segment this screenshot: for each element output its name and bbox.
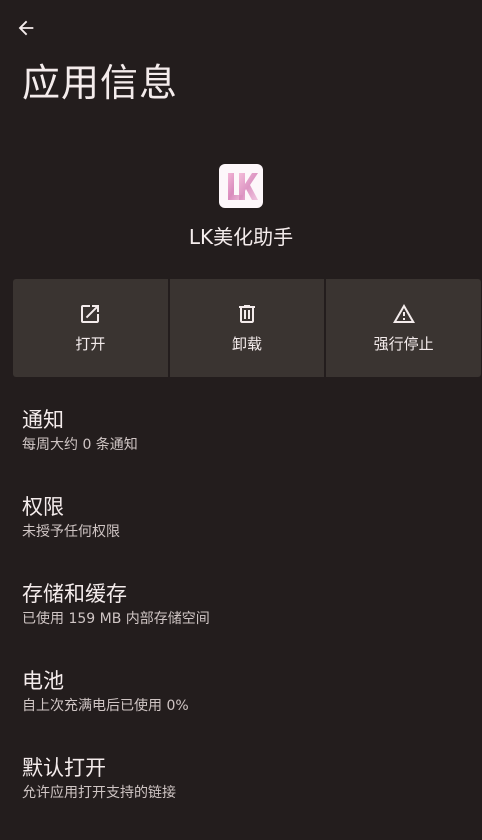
open-button[interactable]: 打开	[13, 279, 168, 377]
setting-storage[interactable]: 存储和缓存 已使用 159 MB 内部存储空间	[0, 566, 482, 653]
setting-permissions[interactable]: 权限 未授予任何权限	[0, 479, 482, 566]
force-stop-button[interactable]: 强行停止	[326, 279, 482, 377]
page-title: 应用信息	[22, 61, 179, 105]
setting-title: 电池	[22, 669, 64, 693]
lk-app-icon	[228, 173, 258, 200]
force-stop-button-label: 强行停止	[373, 335, 434, 353]
top-app-bar	[0, 0, 482, 60]
setting-title: 默认打开	[22, 756, 106, 780]
app-name: LK美化助手	[188, 225, 294, 249]
open-external-icon	[78, 302, 102, 326]
setting-notifications[interactable]: 通知 每周大约 0 条通知	[0, 392, 482, 479]
uninstall-button[interactable]: 卸载	[169, 279, 325, 377]
setting-title: 存储和缓存	[22, 582, 127, 606]
open-button-label: 打开	[75, 335, 106, 353]
setting-summary: 允许应用打开支持的链接	[22, 785, 176, 801]
setting-summary: 已使用 159 MB 内部存储空间	[22, 611, 210, 627]
uninstall-button-label: 卸载	[232, 335, 263, 353]
app-header: LK美化助手	[0, 164, 482, 250]
warning-triangle-icon	[392, 302, 416, 326]
setting-title: 通知	[22, 408, 64, 432]
setting-open-by-default[interactable]: 默认打开 允许应用打开支持的链接	[0, 740, 482, 827]
setting-summary: 每周大约 0 条通知	[22, 437, 138, 453]
trash-icon	[235, 302, 259, 326]
setting-title: 权限	[22, 495, 64, 519]
back-button[interactable]	[10, 14, 42, 46]
app-icon	[219, 164, 263, 208]
arrow-left-icon	[15, 17, 37, 43]
action-buttons-row: 打开 卸载 强行停止	[13, 279, 482, 377]
settings-list: 通知 每周大约 0 条通知 权限 未授予任何权限 存储和缓存 已使用 159 M…	[0, 392, 482, 827]
setting-summary: 未授予任何权限	[22, 524, 120, 540]
setting-battery[interactable]: 电池 自上次充满电后已使用 0%	[0, 653, 482, 740]
setting-summary: 自上次充满电后已使用 0%	[22, 698, 189, 714]
